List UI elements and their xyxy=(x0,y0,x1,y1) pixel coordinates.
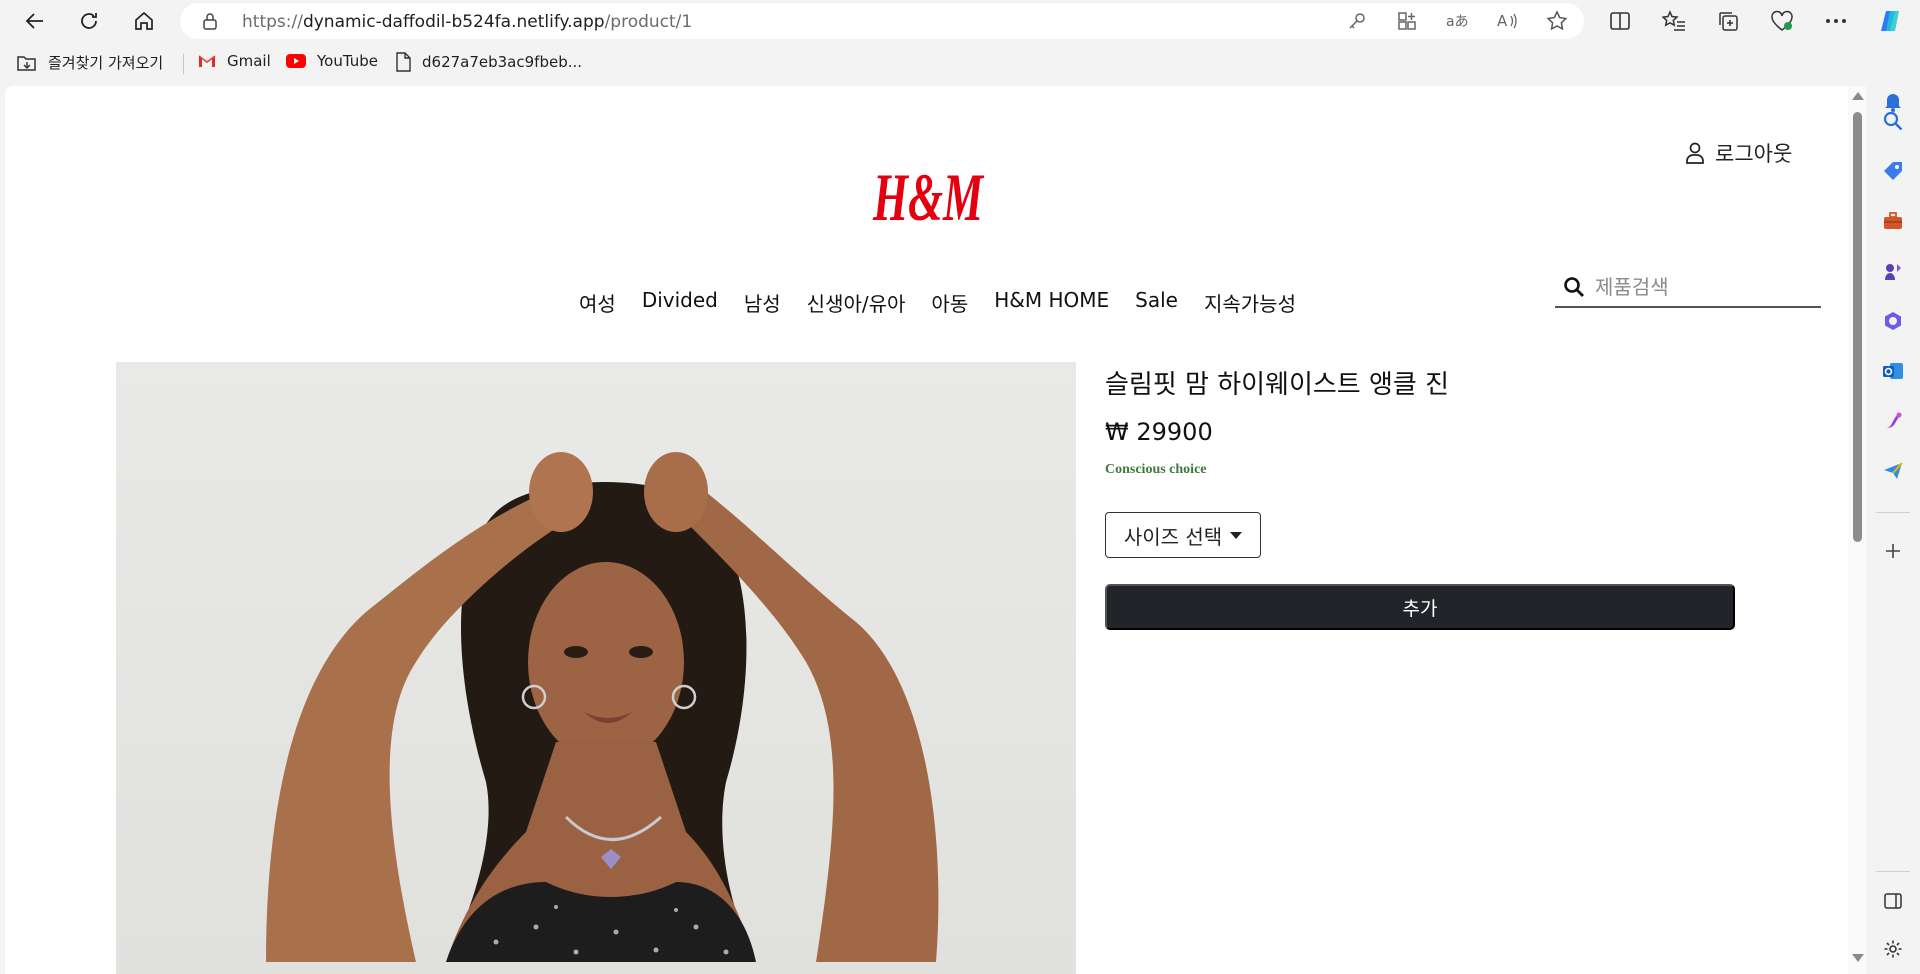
bookmark-file-label: d627a7eb3ac9fbeb... xyxy=(422,53,583,71)
bookmarks-bar: 즐겨찾기 가져오기 Gmail YouTube d627a7eb3ac9fbeb… xyxy=(0,42,1920,86)
file-icon xyxy=(396,52,411,72)
search-icon[interactable] xyxy=(1563,276,1585,298)
collections-icon[interactable] xyxy=(1708,4,1748,38)
menu-item-home[interactable]: H&M HOME xyxy=(994,288,1109,317)
user-icon xyxy=(1686,142,1704,164)
search-input[interactable] xyxy=(1595,275,1795,299)
menu-item-divided[interactable]: Divided xyxy=(642,288,718,317)
product-photo-illustration xyxy=(116,362,1076,974)
address-bar[interactable]: https://dynamic-daffodil-b524fa.netlify.… xyxy=(180,3,1584,39)
bookmark-divider xyxy=(183,54,184,74)
url-host: dynamic-daffodil-b524fa.netlify.app xyxy=(302,12,605,32)
menu-item-sale[interactable]: Sale xyxy=(1135,288,1178,317)
youtube-icon xyxy=(286,54,306,68)
tools-briefcase-icon[interactable] xyxy=(1878,206,1908,236)
size-select-dropdown[interactable]: 사이즈 선택 xyxy=(1105,512,1261,558)
menu-item-sustainability[interactable]: 지속가능성 xyxy=(1204,288,1296,317)
caret-down-icon xyxy=(1230,531,1243,539)
hm-logo[interactable]: H&M xyxy=(871,158,986,238)
product-image xyxy=(116,362,1076,974)
add-sidebar-app-icon[interactable] xyxy=(1878,536,1908,566)
shopping-tag-icon[interactable] xyxy=(1878,156,1908,186)
refresh-icon xyxy=(81,13,97,29)
read-aloud-icon[interactable]: A xyxy=(1494,9,1520,33)
home-button[interactable] xyxy=(127,4,161,38)
logout-label: 로그아웃 xyxy=(1715,142,1793,166)
back-arrow-icon xyxy=(25,13,43,29)
svg-text:A: A xyxy=(1497,12,1508,30)
menu-item-kids[interactable]: 아동 xyxy=(931,288,968,317)
microsoft-365-icon[interactable] xyxy=(1878,306,1908,336)
edge-sidebar xyxy=(1866,86,1920,974)
back-button[interactable] xyxy=(18,4,52,38)
product-price: ₩ 29900 xyxy=(1105,418,1213,446)
copilot-icon[interactable] xyxy=(1870,4,1910,38)
url-path: /product/1 xyxy=(604,12,693,32)
browser-toolbar: https://dynamic-daffodil-b524fa.netlify.… xyxy=(0,0,1920,42)
key-icon[interactable] xyxy=(1344,9,1370,33)
refresh-button[interactable] xyxy=(72,4,106,38)
menu-item-baby[interactable]: 신생아/유아 xyxy=(807,288,906,317)
browser-essentials-icon[interactable] xyxy=(1762,4,1802,38)
hm-logo-text: H&M xyxy=(872,159,984,235)
split-screen-icon[interactable] xyxy=(1600,4,1640,38)
category-menu: 여성 Divided 남성 신생아/유아 아동 H&M HOME Sale 지속… xyxy=(579,288,1296,317)
url-scheme: https:// xyxy=(242,12,303,32)
menu-item-men[interactable]: 남성 xyxy=(744,288,781,317)
outlook-icon[interactable] xyxy=(1878,356,1908,386)
gmail-icon xyxy=(198,55,216,67)
translate-icon[interactable]: aあ xyxy=(1444,9,1470,33)
designer-icon[interactable] xyxy=(1878,406,1908,436)
logout-link[interactable]: 로그아웃 xyxy=(1685,138,1792,168)
favorites-list-icon[interactable] xyxy=(1654,4,1694,38)
page-viewport: 로그아웃 H&M 여성 Divided 남성 신생아/유아 아동 H&M HOM… xyxy=(5,86,1866,974)
sidebar-settings-gear-icon[interactable] xyxy=(1878,934,1908,964)
more-options-icon[interactable] xyxy=(1816,4,1856,38)
apps-icon[interactable] xyxy=(1394,9,1420,33)
product-title: 슬림핏 맘 하이웨이스트 앵클 진 xyxy=(1105,370,1450,400)
scroll-up-arrow-icon[interactable] xyxy=(1852,92,1864,100)
svg-text:aあ: aあ xyxy=(1446,14,1469,30)
page-scrollbar[interactable] xyxy=(1848,86,1866,974)
bookmark-youtube[interactable]: YouTube xyxy=(285,52,378,70)
add-to-cart-label: 추가 xyxy=(1402,597,1438,620)
favorite-star-icon[interactable] xyxy=(1544,9,1570,33)
lock-icon xyxy=(202,12,218,35)
sidebar-divider-bottom xyxy=(1876,871,1910,872)
conscious-choice-badge: Conscious choice xyxy=(1105,462,1207,477)
scroll-down-arrow-icon[interactable] xyxy=(1852,954,1864,962)
home-icon xyxy=(135,11,153,30)
bookmark-gmail[interactable]: Gmail xyxy=(197,52,271,70)
sidebar-divider xyxy=(1876,512,1910,513)
bookmark-youtube-label: YouTube xyxy=(317,52,378,70)
bookmark-import-label: 즐겨찾기 가져오기 xyxy=(48,54,164,72)
url-text: https://dynamic-daffodil-b524fa.netlify.… xyxy=(242,12,692,32)
sidebar-search-icon[interactable] xyxy=(1878,106,1908,136)
bookmark-gmail-label: Gmail xyxy=(227,52,271,70)
games-icon[interactable] xyxy=(1878,256,1908,286)
menu-item-women[interactable]: 여성 xyxy=(579,288,616,317)
scroll-thumb[interactable] xyxy=(1853,112,1862,542)
size-select-label: 사이즈 선택 xyxy=(1123,524,1223,549)
send-telegram-icon[interactable] xyxy=(1878,456,1908,486)
add-to-cart-button[interactable]: 추가 xyxy=(1105,584,1735,630)
hide-sidebar-icon[interactable] xyxy=(1878,886,1908,916)
import-folder-icon xyxy=(17,55,36,71)
bookmark-file[interactable]: d627a7eb3ac9fbeb... xyxy=(394,52,582,72)
bookmark-import[interactable]: 즐겨찾기 가져오기 xyxy=(16,52,163,73)
search-box xyxy=(1555,268,1821,308)
